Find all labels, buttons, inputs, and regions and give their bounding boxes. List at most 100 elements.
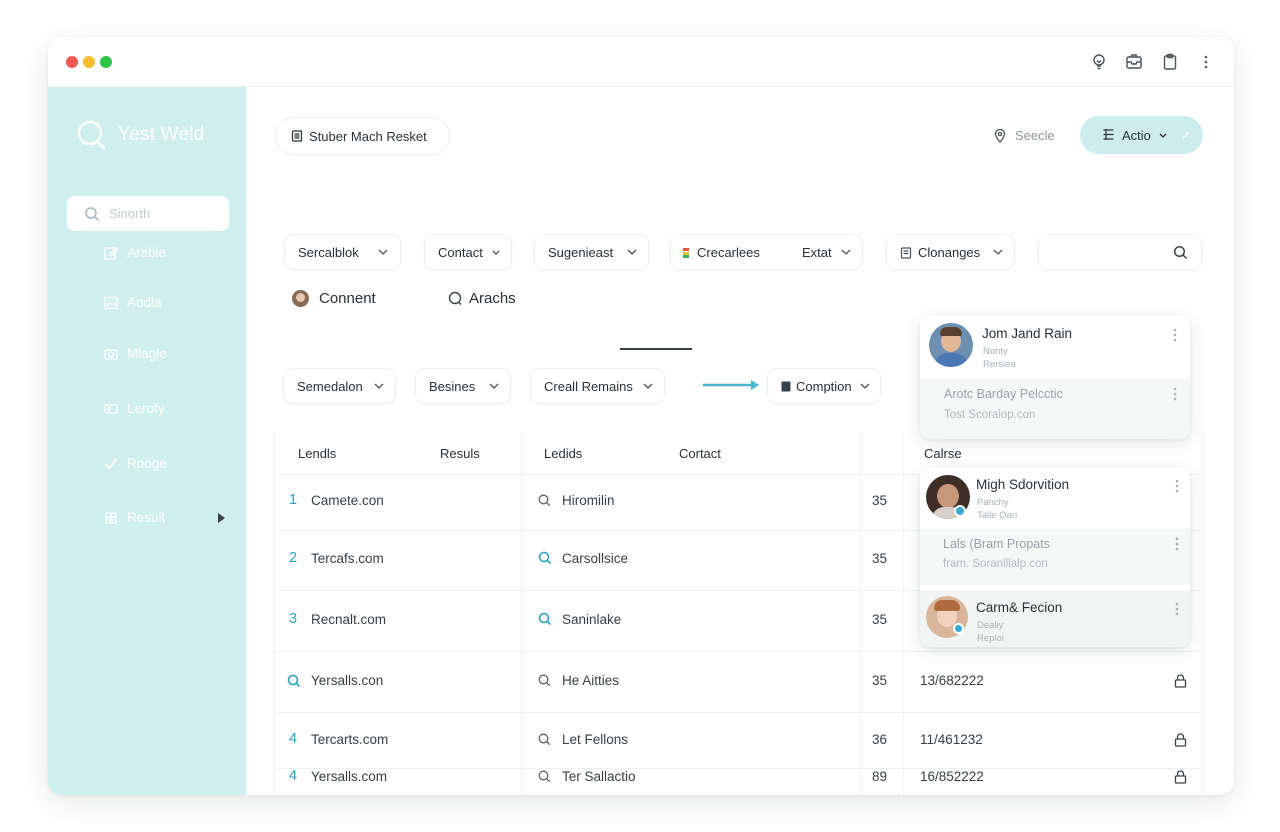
lock-icon[interactable] [1174, 733, 1187, 747]
location-selector[interactable]: Seecle [994, 127, 1074, 147]
lock-icon[interactable] [1174, 674, 1187, 688]
more-vertical-icon[interactable] [1173, 328, 1177, 342]
lightbulb-icon[interactable] [1089, 52, 1109, 72]
tab-underline [620, 348, 692, 350]
tab-arachs[interactable]: Arachs [448, 289, 568, 311]
filter-semedalon[interactable]: Semedalon [283, 368, 396, 404]
contact-card[interactable]: Migh Sdorvition Panchy Taile Oari Lals (… [920, 467, 1190, 647]
action-button[interactable]: Actio [1080, 116, 1203, 154]
sidebar: Yest Weld Sinorth Arable Aodia Mlagle Le… [48, 87, 246, 795]
more-vertical-icon[interactable] [1175, 602, 1179, 616]
verified-icon [954, 505, 966, 517]
filter-clonanges[interactable]: Clonanges [886, 234, 1015, 270]
card-icon [104, 404, 118, 414]
row-site: Yersalls.con [311, 673, 384, 688]
row-number: 35 [872, 493, 888, 508]
chevron-down-icon [627, 249, 637, 255]
tab-connent[interactable]: Connent [292, 289, 392, 311]
row-site: Tercarts.com [311, 732, 389, 747]
edit-icon [104, 247, 118, 260]
row-query: Saninlake [562, 612, 622, 627]
column-header[interactable]: Lendls [298, 446, 336, 461]
column-header[interactable]: Resuls [440, 446, 480, 461]
more-vertical-icon[interactable] [1173, 387, 1177, 401]
inbox-icon[interactable] [1124, 52, 1144, 72]
filter-creall-remains[interactable]: Creall Remains [530, 368, 665, 404]
chevron-down-icon [1159, 133, 1167, 138]
arrow-right-icon [703, 380, 759, 390]
row-query: Ter Sallactio [562, 769, 636, 784]
search-icon [538, 674, 551, 687]
filter-crecarlees-extat[interactable]: Crecarlees Extat [670, 234, 863, 270]
filter-label: Comption [796, 379, 852, 394]
sidebar-item-lerofy[interactable]: Lerofy [104, 398, 234, 420]
table-search-input[interactable] [1038, 234, 1202, 270]
row-rank: 1 [289, 492, 298, 508]
window-close-button[interactable] [66, 56, 78, 68]
contact-extra-sub: Tost Scoralop.con [944, 409, 1036, 421]
sidebar-item-label: Aodia [127, 295, 162, 310]
chevron-down-icon [993, 249, 1003, 255]
sidebar-item-rooge[interactable]: Rooge [104, 453, 234, 475]
table-row[interactable]: 4 Tercarts.com Let Fellons 36 11/461232 [274, 713, 1204, 768]
window-minimize-button[interactable] [83, 56, 95, 68]
logo[interactable]: Yest Weld [76, 117, 246, 153]
grid-icon [105, 512, 117, 524]
contact-line2: Reploi [977, 633, 1004, 644]
filter-comption[interactable]: Comption [767, 368, 881, 404]
contact-extra-section: Arotc Barday Pelcctic Tost Scoralop.con [920, 379, 1190, 439]
sidebar-item-result[interactable]: Result [104, 507, 234, 529]
row-query: Let Fellons [562, 732, 629, 747]
search-icon [538, 612, 552, 626]
clipboard-icon[interactable] [1160, 52, 1180, 72]
row-site: Camete.con [311, 493, 384, 508]
chevron-down-icon [378, 249, 388, 255]
contact-extra-title: Arotc Barday Pelcctic [944, 387, 1063, 401]
flag-icon [683, 248, 689, 258]
filter-label: Sercalblok [298, 245, 359, 260]
caret-right-icon[interactable] [216, 512, 226, 524]
more-vertical-icon[interactable] [1175, 537, 1179, 551]
more-vertical-icon[interactable] [1196, 52, 1216, 72]
search-icon [538, 733, 551, 746]
row-date: 13/682222 [920, 673, 984, 688]
contact-line1: Nonty [983, 346, 1008, 357]
column-header[interactable]: Cortact [679, 446, 721, 461]
location-label: Seecle [1015, 128, 1055, 143]
search-logo-icon [77, 120, 106, 150]
avatar [929, 323, 973, 367]
contact-line1: Dealiy [977, 620, 1004, 631]
sidebar-item-label: Mlagle [127, 346, 167, 361]
table-row[interactable]: Yersalls.con He Aitties 35 13/682222 [274, 652, 1204, 712]
row-site: Recnalt.com [311, 612, 387, 627]
column-header[interactable]: Calrse [924, 446, 962, 461]
row-site: Tercafs.com [311, 551, 384, 566]
contact-line2: Taile Oari [977, 510, 1018, 521]
filter-sugenieast[interactable]: Sugenieast [534, 234, 649, 270]
sidebar-item-mlagle[interactable]: Mlagle [104, 343, 234, 365]
window-maximize-button[interactable] [100, 56, 112, 68]
search-icon [85, 207, 100, 222]
sidebar-search-input[interactable]: Sinorth [67, 196, 229, 231]
contact-card-compact[interactable]: Carm& Fecion Dealiy Reploi [920, 590, 1190, 647]
filter-contact[interactable]: Contact [424, 234, 512, 270]
lock-icon[interactable] [1174, 770, 1187, 784]
column-header[interactable]: Ledids [544, 446, 582, 461]
filter-besines[interactable]: Besines [415, 368, 511, 404]
row-number: 36 [872, 732, 888, 747]
search-icon [538, 494, 551, 507]
more-vertical-icon[interactable] [1175, 479, 1179, 493]
row-query: Carsollsice [562, 551, 629, 566]
table-row[interactable]: 4 Yersalls.com Ter Sallactio 89 16/85222… [274, 768, 1204, 795]
contact-card[interactable]: Jom Jand Rain Nonty Rersiea Arotc Barday… [920, 315, 1190, 439]
chevron-down-icon [489, 383, 499, 389]
document-chip[interactable]: Stuber Mach Resket [275, 117, 450, 155]
contact-extra-sub: fram. Soranlllalp.con [943, 558, 1048, 570]
tab-label: Connent [319, 290, 376, 307]
search-icon [538, 770, 551, 783]
sidebar-item-label: Arable [127, 245, 167, 260]
sidebar-item-arable[interactable]: Arable [104, 242, 234, 264]
filter-sercalblok[interactable]: Sercalblok [284, 234, 401, 270]
filter-label: Besines [429, 379, 476, 394]
sidebar-item-aodia[interactable]: Aodia [104, 292, 234, 314]
